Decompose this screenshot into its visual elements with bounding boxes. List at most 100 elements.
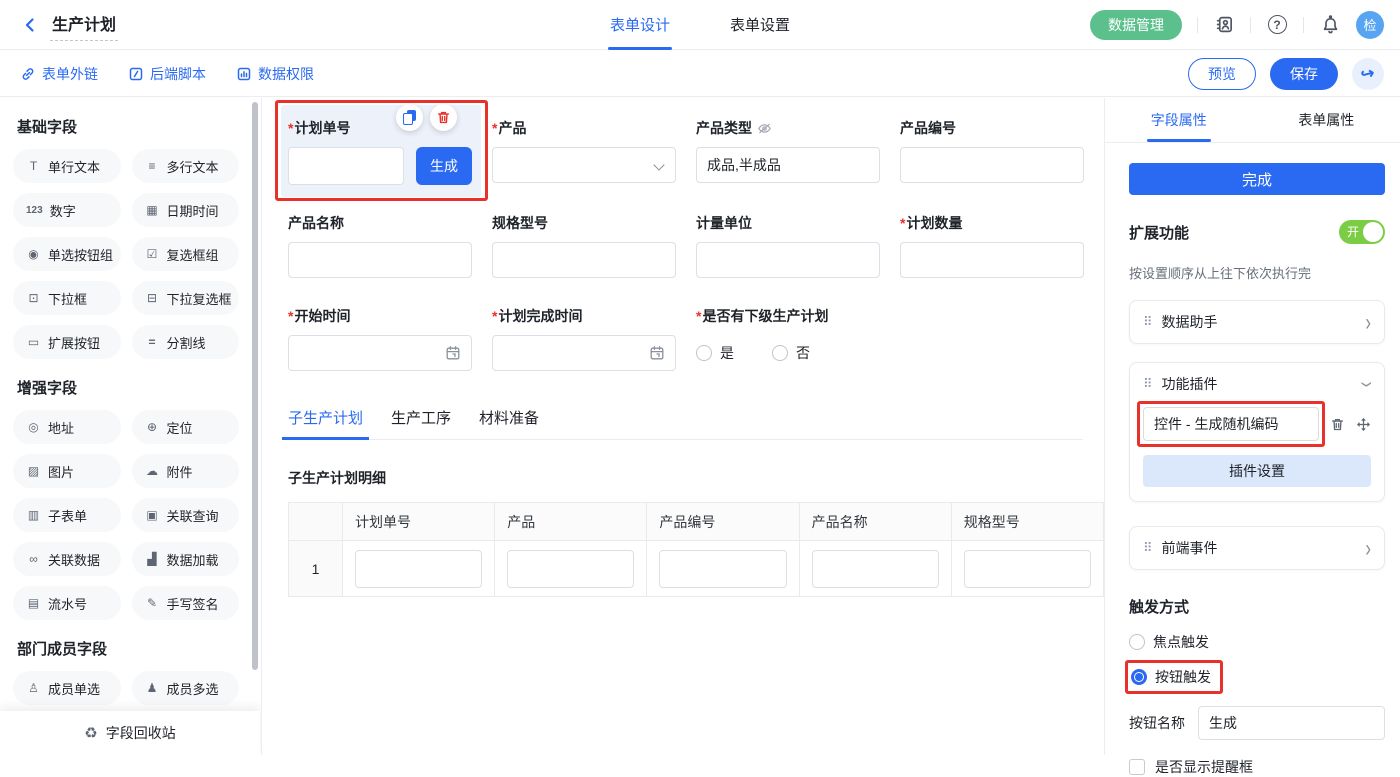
- field-recycle-bin[interactable]: ♻ 字段回收站: [0, 711, 260, 755]
- backend-script-link[interactable]: 后端脚本: [128, 64, 206, 84]
- data-permission-link[interactable]: 数据权限: [236, 64, 314, 84]
- cell-input-spec-model[interactable]: [964, 550, 1091, 588]
- field-item-extend-button[interactable]: ▭扩展按钮: [13, 325, 121, 359]
- tab-form-properties[interactable]: 表单属性: [1253, 98, 1400, 142]
- field-item-dropdown-multi[interactable]: ⊟下拉复选框: [132, 281, 240, 315]
- finish-time-input[interactable]: [492, 335, 676, 371]
- card-data-assistant-header[interactable]: ⠿ 数据助手 ›: [1130, 301, 1384, 343]
- field-item-related-query[interactable]: ▣关联查询: [132, 498, 240, 532]
- back-icon[interactable]: [18, 13, 42, 37]
- card-frontend-event-header[interactable]: ⠿ 前端事件 ›: [1130, 527, 1384, 569]
- multi-line-text-icon: ≡: [145, 159, 160, 173]
- field-item-checkbox-group[interactable]: ☑复选框组: [132, 237, 240, 271]
- field-item-number[interactable]: 123数字: [13, 193, 121, 227]
- table-row: 1: [289, 541, 1104, 597]
- field-product-name[interactable]: 产品名称: [288, 213, 472, 278]
- help-icon[interactable]: ?: [1266, 14, 1288, 36]
- field-product-code[interactable]: 产品编号: [900, 118, 1084, 185]
- cell-input-product-code[interactable]: [659, 550, 786, 588]
- divider: [1197, 17, 1198, 33]
- product-select[interactable]: [492, 147, 676, 183]
- avatar[interactable]: 检: [1356, 11, 1384, 39]
- drag-handle-icon[interactable]: ⠿: [1143, 376, 1152, 392]
- radio-yes[interactable]: 是: [696, 343, 734, 363]
- field-spec-model[interactable]: 规格型号: [492, 213, 676, 278]
- plan-qty-input[interactable]: [900, 242, 1084, 278]
- button-name-input[interactable]: [1198, 706, 1385, 740]
- field-item-data-load[interactable]: ▟数据加载: [132, 542, 240, 576]
- plan-number-input[interactable]: [288, 147, 404, 185]
- drag-handle-icon[interactable]: ⠿: [1143, 314, 1152, 330]
- share-button[interactable]: ↪: [1352, 58, 1384, 90]
- field-item-single-line-text[interactable]: T单行文本: [13, 149, 121, 183]
- cell-input-plan-number[interactable]: [355, 550, 482, 588]
- tab-field-properties[interactable]: 字段属性: [1105, 98, 1253, 142]
- plugin-delete-button[interactable]: [1330, 417, 1345, 432]
- copy-field-button[interactable]: [396, 104, 423, 131]
- field-item-attachment[interactable]: ☁附件: [132, 454, 240, 488]
- start-time-input[interactable]: [288, 335, 472, 371]
- spec-model-input[interactable]: [492, 242, 676, 278]
- sidebar-scrollbar[interactable]: [252, 102, 258, 670]
- cell-input-product-name[interactable]: [812, 550, 939, 588]
- field-start-time[interactable]: *开始时间: [288, 306, 472, 371]
- generate-button[interactable]: 生成: [416, 147, 472, 185]
- extension-helper-text: 按设置顺序从上往下依次执行完: [1129, 263, 1385, 282]
- field-item-dropdown[interactable]: ⊡下拉框: [13, 281, 121, 315]
- column-header: 产品: [495, 503, 647, 541]
- field-plan-qty[interactable]: *计划数量: [900, 213, 1084, 278]
- cell-input-product[interactable]: [507, 550, 634, 588]
- field-product-type[interactable]: 产品类型 成品,半成品: [696, 118, 880, 185]
- field-item-member-single[interactable]: ♙成员单选: [13, 671, 121, 705]
- checkbox-icon: ☑: [145, 247, 160, 261]
- permission-icon: [236, 66, 252, 82]
- field-item-subform[interactable]: ▥子表单: [13, 498, 121, 532]
- tab-form-settings[interactable]: 表单设置: [730, 0, 790, 50]
- field-item-related-data[interactable]: ∞关联数据: [13, 542, 121, 576]
- trigger-button-radio[interactable]: 按钮触发: [1131, 667, 1211, 687]
- plugin-settings-button[interactable]: 插件设置: [1143, 455, 1371, 487]
- card-frontend-event: ⠿ 前端事件 ›: [1129, 526, 1385, 570]
- product-type-input[interactable]: 成品,半成品: [696, 147, 880, 183]
- notification-bell-icon[interactable]: [1319, 14, 1341, 36]
- data-manage-button[interactable]: 数据管理: [1090, 10, 1182, 40]
- tab-material-prep[interactable]: 材料准备: [479, 407, 539, 439]
- radio-no[interactable]: 否: [772, 343, 810, 363]
- preview-button[interactable]: 预览: [1188, 58, 1256, 90]
- field-product[interactable]: *产品: [492, 118, 676, 185]
- field-item-datetime[interactable]: ▦日期时间: [132, 193, 240, 227]
- field-item-serial-number[interactable]: ▤流水号: [13, 586, 121, 620]
- product-code-input[interactable]: [900, 147, 1084, 183]
- done-button[interactable]: 完成: [1129, 163, 1385, 195]
- field-has-sub-plan[interactable]: *是否有下级生产计划 是 否: [696, 306, 1084, 371]
- unit-input[interactable]: [696, 242, 880, 278]
- tab-production-process[interactable]: 生产工序: [391, 407, 451, 439]
- tab-sub-production-plan[interactable]: 子生产计划: [288, 407, 363, 439]
- extension-toggle[interactable]: 开: [1339, 220, 1385, 244]
- field-item-member-multi[interactable]: ♟成员多选: [132, 671, 240, 705]
- field-plan-number[interactable]: *计划单号 生成: [281, 105, 481, 197]
- signature-pen-icon: ✎: [145, 596, 160, 610]
- plugin-move-handle[interactable]: [1356, 417, 1371, 432]
- product-name-input[interactable]: [288, 242, 472, 278]
- save-button[interactable]: 保存: [1270, 58, 1338, 90]
- field-item-location[interactable]: ⊕定位: [132, 410, 240, 444]
- tab-form-design[interactable]: 表单设计: [610, 0, 670, 50]
- trigger-focus-radio[interactable]: 焦点触发: [1129, 632, 1385, 652]
- field-item-image[interactable]: ▨图片: [13, 454, 121, 488]
- field-item-address[interactable]: ◎地址: [13, 410, 121, 444]
- field-item-radio-group[interactable]: ◉单选按钮组: [13, 237, 121, 271]
- field-item-multi-line-text[interactable]: ≡多行文本: [132, 149, 240, 183]
- contact-book-icon[interactable]: [1213, 14, 1235, 36]
- delete-field-button[interactable]: [430, 104, 457, 131]
- drag-handle-icon[interactable]: ⠿: [1143, 540, 1152, 556]
- form-external-link[interactable]: 表单外链: [20, 64, 98, 84]
- show-alert-checkbox[interactable]: 是否显示提醒框: [1129, 757, 1385, 777]
- card-function-plugin-header[interactable]: ⠿ 功能插件 ›: [1130, 363, 1384, 405]
- field-item-divider-line[interactable]: =分割线: [132, 325, 240, 359]
- plugin-name-box[interactable]: 控件 - 生成随机编码: [1143, 407, 1319, 441]
- field-finish-time[interactable]: *计划完成时间: [492, 306, 676, 371]
- field-item-signature[interactable]: ✎手写签名: [132, 586, 240, 620]
- related-query-icon: ▣: [145, 508, 160, 522]
- field-unit[interactable]: 计量单位: [696, 213, 880, 278]
